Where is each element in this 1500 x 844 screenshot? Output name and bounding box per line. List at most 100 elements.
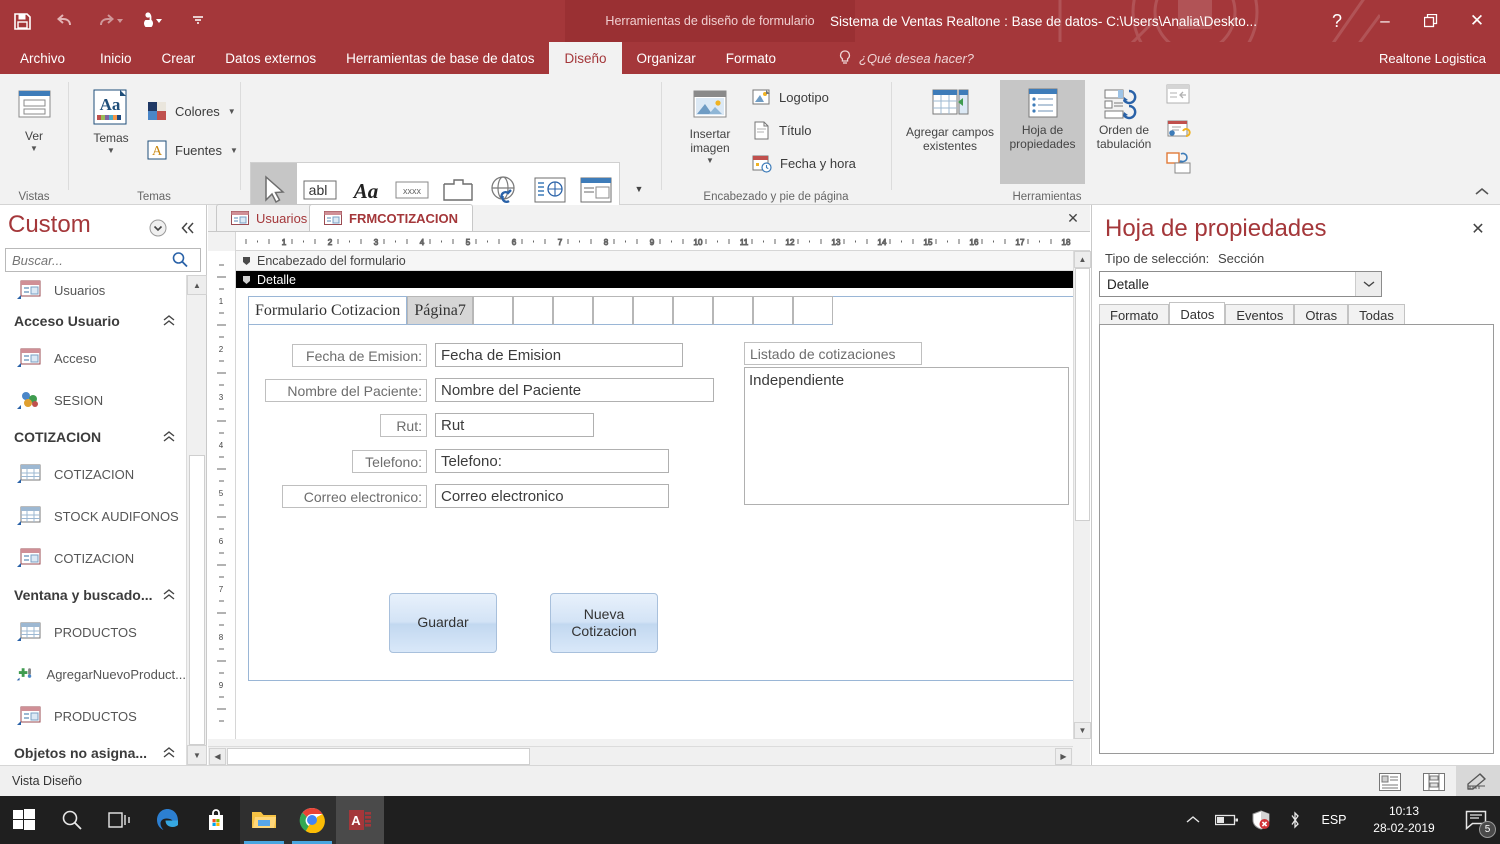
- listbox-item[interactable]: Independiente: [749, 372, 1068, 389]
- task-view-icon[interactable]: [96, 796, 144, 844]
- tab-page-empty[interactable]: [792, 296, 833, 325]
- property-sheet-body[interactable]: [1099, 324, 1494, 754]
- guardar-button[interactable]: Guardar: [389, 593, 497, 653]
- tab-formato[interactable]: Formato: [711, 42, 791, 74]
- collapse-ribbon-button[interactable]: [1474, 186, 1490, 201]
- chevron-down-icon[interactable]: [1355, 272, 1381, 296]
- quick-access-toolbar[interactable]: [0, 0, 220, 42]
- v-scroll-thumb[interactable]: [1075, 268, 1090, 521]
- clock[interactable]: 10:13 28-02-2019: [1356, 796, 1452, 844]
- label-fecha-emision[interactable]: Fecha de Emision:: [292, 344, 427, 367]
- language-indicator[interactable]: ESP: [1312, 796, 1356, 844]
- battery-icon[interactable]: [1210, 796, 1244, 844]
- edge-icon[interactable]: [144, 796, 192, 844]
- bluetooth-icon[interactable]: [1278, 796, 1312, 844]
- doc-tab-frmcotizacion[interactable]: FRMCOTIZACION: [309, 204, 474, 231]
- h-scroll-thumb[interactable]: [227, 748, 530, 765]
- nav-search-box[interactable]: [5, 248, 201, 272]
- property-sheet-tabs[interactable]: Formato Datos Eventos Otras Todas: [1099, 302, 1405, 326]
- access-icon[interactable]: A: [336, 796, 384, 844]
- tab-control[interactable]: Formulario Cotizacion Página7 Fecha de E…: [248, 296, 1076, 681]
- form-design-canvas[interactable]: Encabezado del formulario Detalle Formul…: [236, 251, 1076, 739]
- chevrons-up-icon[interactable]: [162, 430, 176, 444]
- nav-group-acceso-usuario[interactable]: Acceso Usuario: [0, 305, 186, 337]
- ps-tab-otras[interactable]: Otras: [1294, 304, 1349, 326]
- fecha-hora-button[interactable]: Fecha y hora: [752, 148, 856, 178]
- colores-button[interactable]: Colores ▼: [147, 96, 236, 126]
- nav-group-objetos-no-asignados[interactable]: Objetos no asigna...: [0, 737, 186, 765]
- ps-tab-eventos[interactable]: Eventos: [1225, 304, 1295, 326]
- section-bar-form-header[interactable]: Encabezado del formulario: [236, 251, 1076, 271]
- titulo-button[interactable]: Título: [752, 115, 812, 145]
- tab-page-empty[interactable]: [712, 296, 753, 325]
- chevrons-up-icon[interactable]: [162, 588, 176, 602]
- fuentes-button[interactable]: A Fuentes ▼: [147, 135, 238, 165]
- scroll-down-arrow-icon[interactable]: ▼: [1074, 722, 1091, 739]
- property-sheet-object-combo[interactable]: Detalle: [1099, 271, 1382, 297]
- tab-archivo[interactable]: Archivo: [0, 42, 85, 74]
- scroll-left-arrow-icon[interactable]: ◀: [209, 748, 226, 765]
- textbox-rut[interactable]: Rut: [435, 413, 594, 437]
- design-view-icon[interactable]: [1456, 766, 1500, 797]
- nueva-cotizacion-button[interactable]: Nueva Cotizacion: [550, 593, 658, 653]
- scroll-right-arrow-icon[interactable]: ▶: [1055, 748, 1072, 765]
- customize-qat-icon[interactable]: [176, 0, 220, 42]
- tab-page-empty[interactable]: [632, 296, 673, 325]
- ps-tab-datos[interactable]: Datos: [1169, 302, 1226, 326]
- gallery-more-icon[interactable]: ▼: [626, 174, 652, 204]
- nav-item-productos-form[interactable]: PRODUCTOS: [0, 695, 186, 737]
- defender-shield-icon[interactable]: [1244, 796, 1278, 844]
- textbox-telefono[interactable]: Telefono:: [435, 449, 669, 473]
- agregar-campos-existentes-button[interactable]: Agregar campos existentes: [900, 80, 1000, 154]
- property-sheet-close-button[interactable]: ✕: [1468, 219, 1488, 239]
- search-input[interactable]: [6, 250, 171, 270]
- nav-pane-scrollbar[interactable]: ▲ ▼: [186, 275, 207, 765]
- label-listado-cotizaciones[interactable]: Listado de cotizaciones: [744, 342, 922, 365]
- tab-page-empty[interactable]: [552, 296, 593, 325]
- temas-button[interactable]: Aa Temas ▼: [81, 80, 141, 154]
- nav-item-cotizacion-form[interactable]: COTIZACION: [0, 537, 186, 579]
- scroll-up-arrow-icon[interactable]: ▲: [1074, 251, 1091, 268]
- nav-item-productos-table[interactable]: PRODUCTOS: [0, 611, 186, 653]
- form-view-icon[interactable]: [1368, 766, 1412, 797]
- view-code-button[interactable]: [1166, 118, 1192, 143]
- textbox-fecha-emision[interactable]: Fecha de Emision: [435, 343, 683, 367]
- help-button[interactable]: ?: [1312, 0, 1362, 42]
- double-chevron-left-icon[interactable]: [178, 218, 198, 238]
- nav-item-agregar-nuevo-producto[interactable]: AgregarNuevoProduct...: [0, 653, 186, 695]
- label-rut[interactable]: Rut:: [380, 414, 427, 437]
- chevron-down-icon[interactable]: ▼: [706, 156, 714, 164]
- tab-control-pages[interactable]: Formulario Cotizacion Página7: [248, 296, 833, 325]
- ps-tab-formato[interactable]: Formato: [1099, 304, 1170, 326]
- subform-new-window-button[interactable]: [1166, 84, 1192, 109]
- view-shortcut-buttons[interactable]: [1368, 766, 1500, 797]
- chevron-up-icon[interactable]: [1176, 796, 1210, 844]
- search-icon[interactable]: [171, 251, 189, 269]
- close-document-button[interactable]: ✕: [1064, 209, 1082, 227]
- convert-macros-button[interactable]: [1166, 152, 1192, 177]
- nav-item-stock-audifonos[interactable]: STOCK AUDIFONOS: [0, 495, 186, 537]
- close-button[interactable]: ✕: [1454, 0, 1500, 42]
- tab-diseno[interactable]: Diseño: [549, 42, 622, 74]
- redo-icon[interactable]: [88, 0, 132, 42]
- logotipo-button[interactable]: Logotipo: [752, 82, 829, 112]
- textbox-nombre-paciente[interactable]: Nombre del Paciente: [435, 378, 714, 402]
- tab-crear[interactable]: Crear: [147, 42, 211, 74]
- textbox-correo-electronico[interactable]: Correo electronico: [435, 484, 669, 508]
- canvas-vertical-scrollbar[interactable]: ▲ ▼: [1073, 251, 1091, 739]
- label-nombre-paciente[interactable]: Nombre del Paciente:: [265, 379, 427, 402]
- nav-group-cotizacion[interactable]: COTIZACION: [0, 421, 186, 453]
- window-controls[interactable]: ? – ✕: [1312, 0, 1500, 42]
- listbox-cotizaciones[interactable]: Independiente: [744, 367, 1069, 505]
- chevrons-up-icon[interactable]: [162, 746, 176, 760]
- search-icon[interactable]: [48, 796, 96, 844]
- layout-view-icon[interactable]: [1412, 766, 1456, 797]
- section-bar-detalle[interactable]: Detalle: [236, 271, 1076, 288]
- start-button-icon[interactable]: [0, 796, 48, 844]
- tab-datos-externos[interactable]: Datos externos: [210, 42, 331, 74]
- action-center-icon[interactable]: 5: [1452, 796, 1500, 844]
- chrome-icon[interactable]: [288, 796, 336, 844]
- chevrons-up-icon[interactable]: [162, 314, 176, 328]
- save-icon[interactable]: [0, 0, 44, 42]
- doc-tab-usuarios[interactable]: Usuarios: [216, 204, 323, 231]
